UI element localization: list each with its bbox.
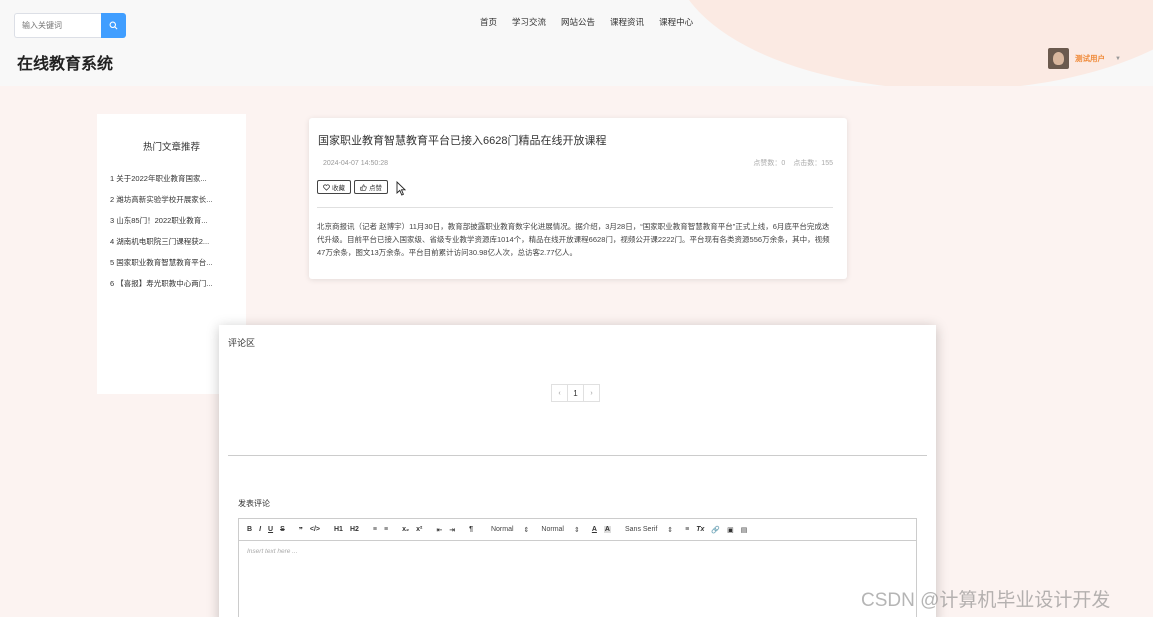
click-count: 点击数：155 (793, 160, 833, 167)
text-color-button[interactable]: A (592, 526, 597, 533)
favorite-label: 收藏 (332, 185, 345, 192)
header-select-value: Normal (541, 525, 564, 533)
list-item[interactable]: 6 【喜报】寿光职教中心两门... (110, 278, 232, 299)
blockquote-button[interactable]: ❞ (299, 526, 303, 534)
bold-button[interactable]: B (247, 526, 252, 533)
list-item[interactable]: 5 国家职业教育智慧教育平台... (110, 257, 232, 278)
align-button[interactable]: ≡ (685, 526, 689, 533)
like-button[interactable]: 点赞 (354, 180, 388, 194)
header-2-button[interactable]: H2 (350, 526, 359, 533)
thumb-up-icon (360, 183, 367, 191)
link-icon[interactable]: 🔗 (711, 526, 720, 534)
chevron-down-icon: ⇕ (667, 526, 674, 534)
favorite-button[interactable]: 收藏 (317, 180, 351, 194)
list-item[interactable]: 3 山东85门！2022职业教育... (110, 215, 232, 236)
superscript-button[interactable]: x² (416, 526, 422, 533)
prev-page-button[interactable]: ‹ (551, 384, 568, 402)
comment-section-title: 评论区 (228, 338, 256, 348)
watermark: CSDN @计算机毕业设计开发 (861, 590, 1111, 611)
article-title: 国家职业教育智慧教育平台已接入6628门精品在线开放课程 (318, 135, 607, 147)
nav-course-news[interactable]: 课程资讯 (610, 16, 644, 28)
page-number[interactable]: 1 (567, 384, 584, 402)
header-decoration (673, 0, 1153, 86)
sidebar-title: 热门文章推荐 (142, 142, 200, 153)
pagination: ‹ 1 › (551, 384, 600, 402)
user-menu[interactable]: 测试用户 ▼ (1048, 48, 1121, 69)
mouse-cursor-icon (396, 181, 406, 196)
text-direction-button[interactable]: ¶ (469, 526, 473, 533)
chevron-down-icon: ⇕ (523, 526, 530, 534)
ordered-list-button[interactable]: ≡ (373, 526, 377, 533)
comment-panel: 评论区 ‹ 1 › 发表评论 B I U S ❞ </> H1 H2 ≡ ≡ x… (219, 325, 936, 617)
editor-area[interactable]: Insert text here ... (239, 541, 916, 562)
list-item[interactable]: 4 湖南机电职院三门课程获2... (110, 236, 232, 257)
font-select-value: Sans Serif (624, 525, 658, 533)
chevron-down-icon: ⇕ (573, 526, 580, 534)
list-item[interactable]: 1 关于2022年职业教育国家... (110, 173, 232, 194)
divider (317, 207, 833, 208)
editor-toolbar: B I U S ❞ </> H1 H2 ≡ ≡ x₂ x² ⇤ ⇥ ¶ Norm… (239, 519, 916, 541)
article-stats: 点赞数：0 点击数：155 (753, 158, 833, 168)
rich-text-editor: B I U S ❞ </> H1 H2 ≡ ≡ x₂ x² ⇤ ⇥ ¶ Norm… (238, 518, 917, 617)
user-name[interactable]: 测试用户 (1075, 53, 1105, 64)
indent-button[interactable]: ⇥ (449, 526, 455, 534)
clean-format-button[interactable]: Tx (696, 526, 704, 533)
article-actions: 收藏 点赞 (317, 180, 388, 194)
bullet-list-button[interactable]: ≡ (384, 526, 388, 533)
size-select-value: Normal (490, 525, 514, 533)
outdent-button[interactable]: ⇤ (436, 526, 442, 534)
header-select[interactable]: Normal ⇕ (541, 526, 579, 534)
header: 在线教育系统 首页 学习交流 网站公告 课程资讯 课程中心 测试用户 ▼ (0, 0, 1153, 86)
search-input[interactable] (14, 13, 101, 38)
chevron-down-icon[interactable]: ▼ (1115, 56, 1121, 62)
nav-course-center[interactable]: 课程中心 (659, 16, 693, 28)
nav-announcements[interactable]: 网站公告 (561, 16, 595, 28)
article-body: 北京商报讯（记者 赵博宇）11月30日，教育部披露职业教育数字化进展情况。据介绍… (317, 222, 830, 257)
like-count: 点赞数：0 (753, 160, 786, 167)
nav-home[interactable]: 首页 (480, 16, 497, 28)
image-icon[interactable]: ▣ (727, 526, 734, 534)
like-label: 点赞 (369, 185, 382, 192)
heart-icon (323, 184, 330, 191)
next-page-button[interactable]: › (583, 384, 600, 402)
header-1-button[interactable]: H1 (334, 526, 343, 533)
subscript-button[interactable]: x₂ (402, 526, 409, 533)
background-color-button[interactable]: A (603, 526, 611, 533)
main-nav: 首页 学习交流 网站公告 课程资讯 课程中心 (480, 16, 693, 28)
strike-button[interactable]: S (280, 526, 285, 533)
avatar[interactable] (1048, 48, 1069, 69)
size-select[interactable]: Normal ⇕ (491, 526, 529, 534)
divider (228, 455, 927, 456)
video-icon[interactable]: ▤ (741, 526, 748, 534)
hot-articles-list: 1 关于2022年职业教育国家... 2 潍坊高新实验学校开展家长... 3 山… (97, 173, 246, 299)
search-icon (109, 21, 118, 30)
underline-button[interactable]: U (268, 526, 273, 533)
list-item[interactable]: 2 潍坊高新实验学校开展家长... (110, 194, 232, 215)
code-block-button[interactable]: </> (310, 526, 320, 533)
article-card: 国家职业教育智慧教育平台已接入6628门精品在线开放课程 2024-04-07 … (309, 118, 847, 279)
nav-forum[interactable]: 学习交流 (512, 16, 546, 28)
article-date: 2024-04-07 14:50:28 (323, 160, 388, 167)
search-button[interactable] (101, 13, 126, 38)
search-box (14, 13, 126, 38)
post-comment-title: 发表评论 (238, 499, 270, 508)
font-select[interactable]: Sans Serif ⇕ (625, 526, 673, 534)
site-title: 在线教育系统 (17, 56, 114, 73)
italic-button[interactable]: I (259, 526, 261, 533)
